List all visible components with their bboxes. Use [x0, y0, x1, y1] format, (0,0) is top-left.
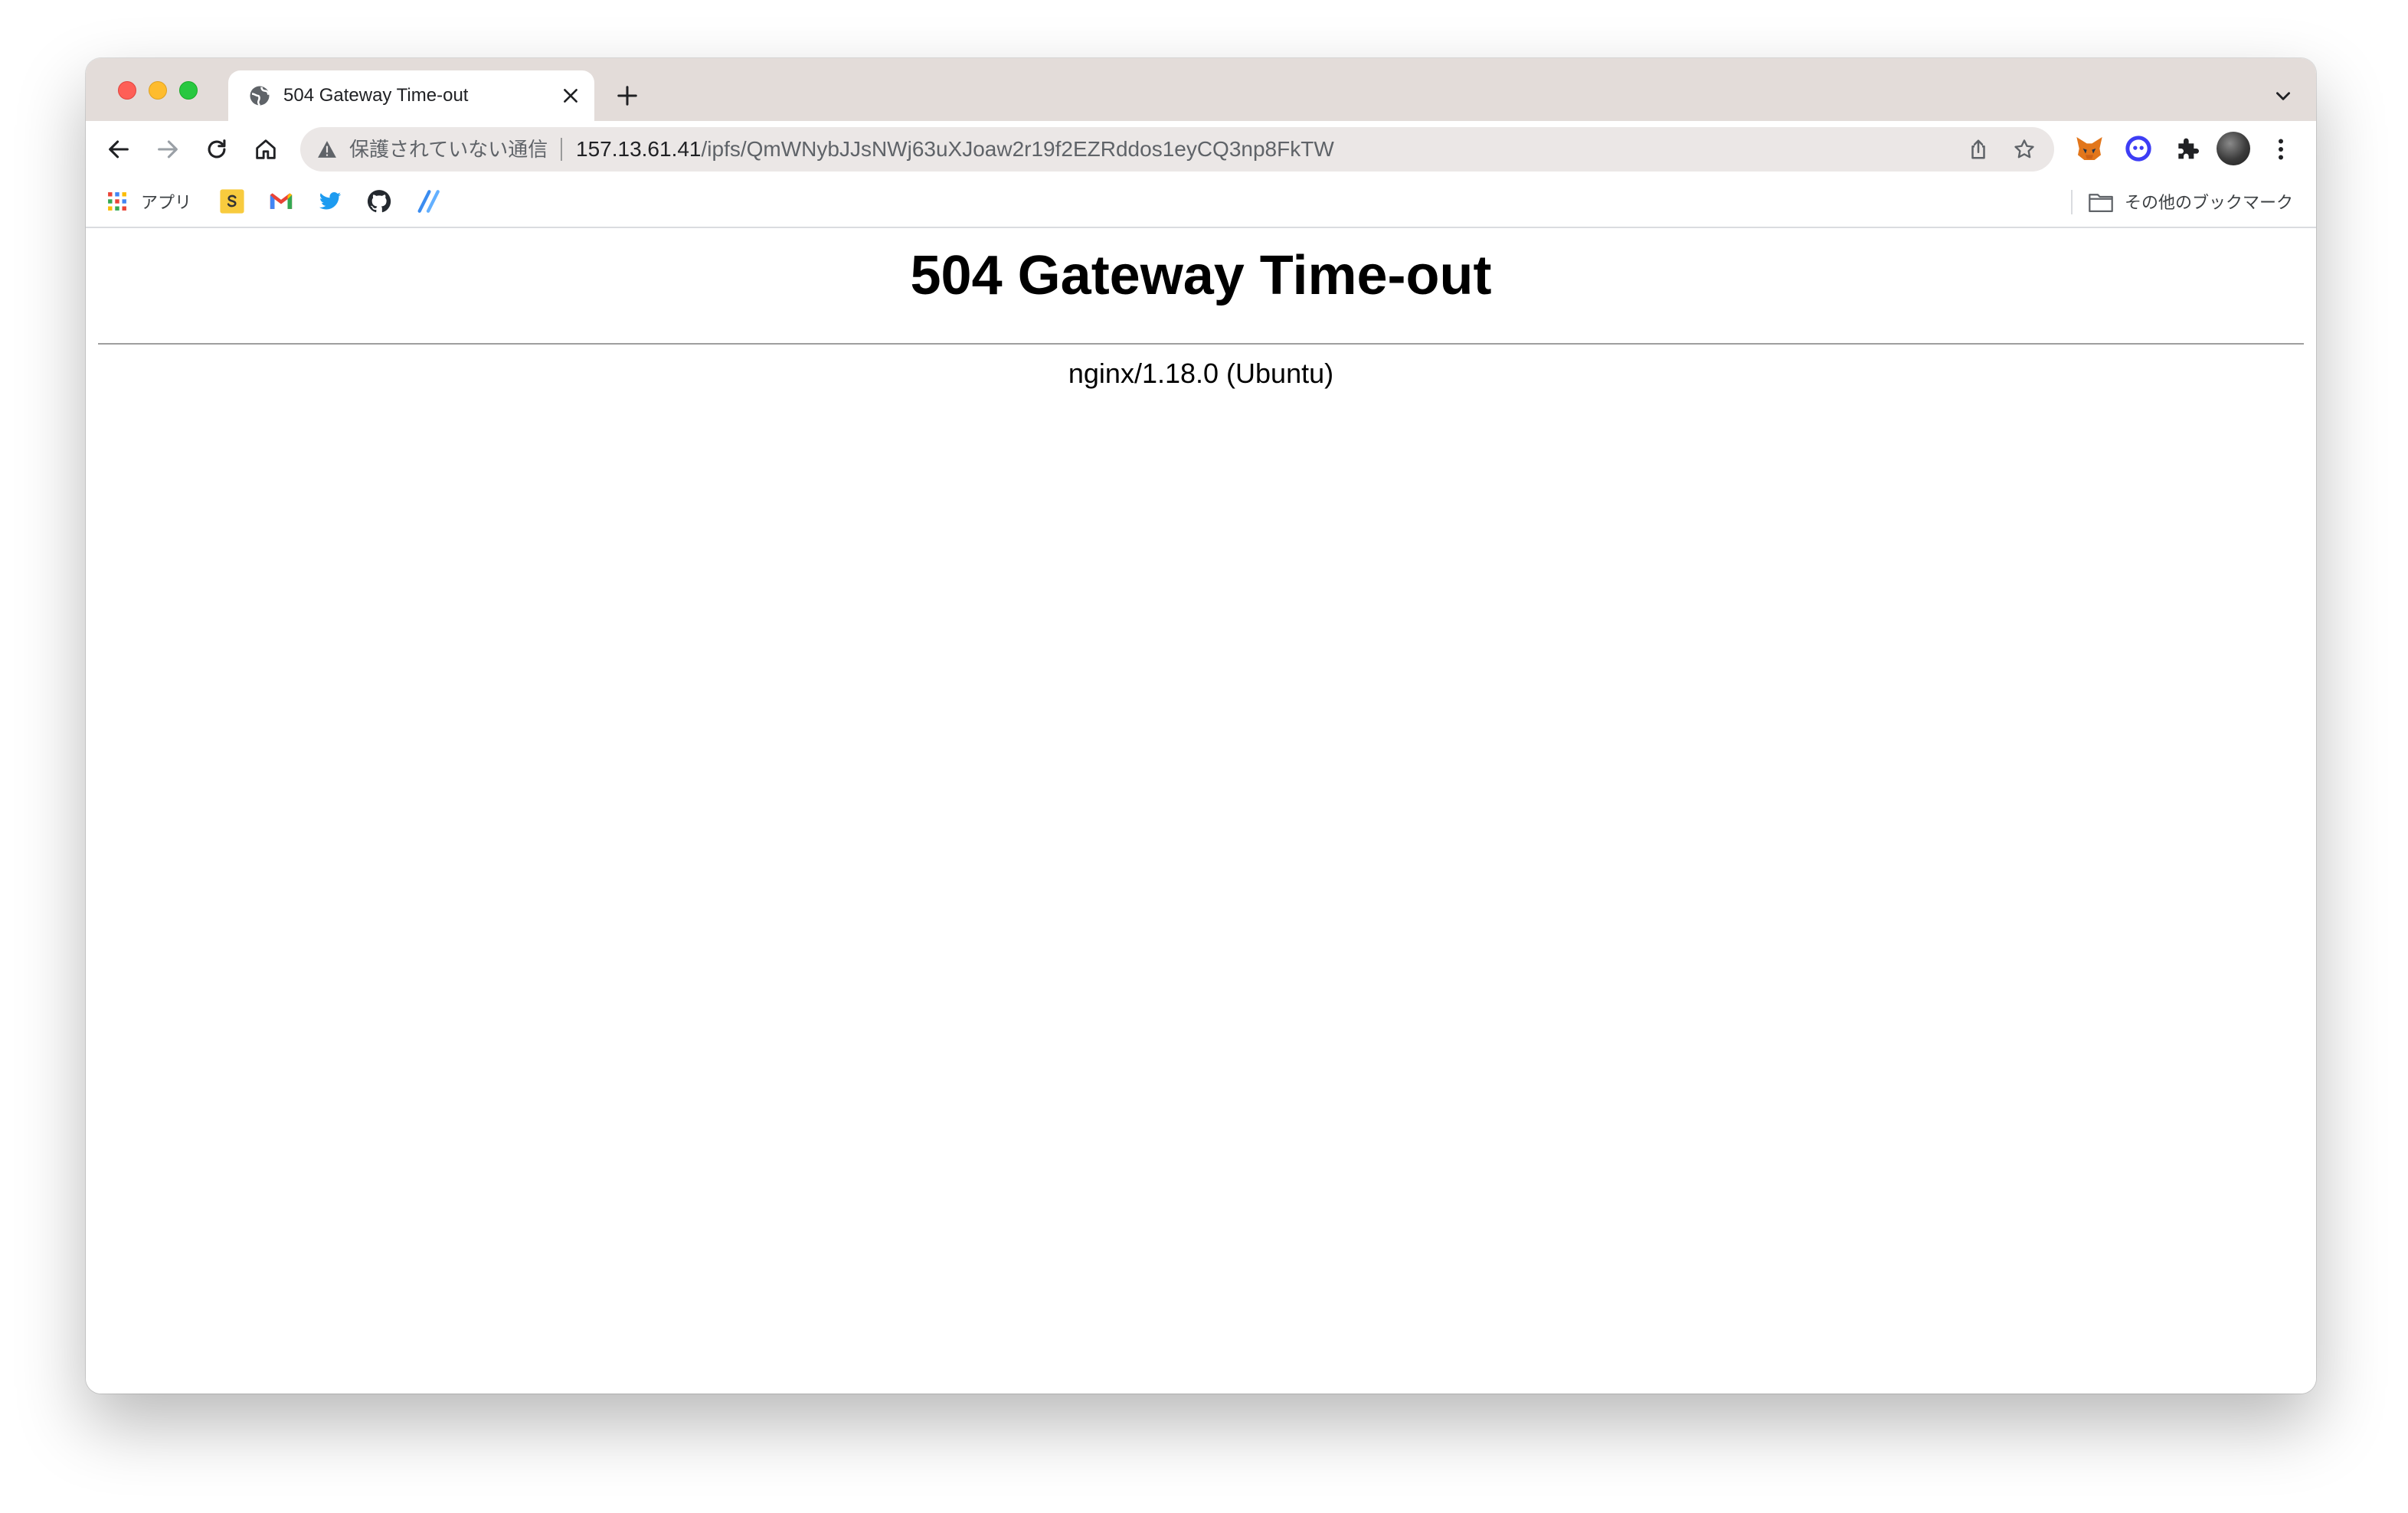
server-signature: nginx/1.18.0 (Ubuntu) [1068, 358, 1334, 389]
browser-window: 504 Gateway Time-out 保護されていない通信 157.13.6… [86, 58, 2316, 1394]
close-icon[interactable] [561, 86, 581, 106]
bookmark-apps-label: アプリ [141, 193, 192, 212]
other-bookmarks-label: その他のブックマーク [2125, 193, 2294, 212]
window-minimize-button[interactable] [149, 81, 167, 100]
active-tab[interactable]: 504 Gateway Time-out [228, 70, 594, 121]
scrapbox-s-icon[interactable] [219, 188, 245, 214]
extension-face-icon[interactable] [2123, 133, 2154, 164]
toolbar: 保護されていない通信 157.13.61.41/ipfs/QmWNybJJsNW… [86, 121, 2316, 178]
share-icon[interactable] [1967, 138, 1990, 161]
profile-avatar[interactable] [2217, 132, 2250, 165]
metamask-fox-icon[interactable] [2074, 133, 2105, 164]
twitter-bird-icon[interactable] [317, 188, 343, 214]
globe-icon [250, 86, 270, 106]
slash-app-icon[interactable] [415, 188, 441, 214]
github-icon[interactable] [366, 188, 392, 214]
url-text[interactable]: 157.13.61.41/ipfs/QmWNybJJsNWj63uXJoaw2r… [576, 138, 1334, 161]
warning-icon[interactable] [317, 140, 337, 158]
puzzle-extensions-icon[interactable] [2172, 133, 2203, 164]
other-bookmarks-folder[interactable]: その他のブックマーク [2088, 188, 2304, 214]
window-maximize-button[interactable] [179, 81, 198, 100]
bookmarks-separator [2071, 190, 2073, 214]
tab-title: 504 Gateway Time-out [283, 85, 469, 106]
more-menu-icon[interactable] [2267, 135, 2295, 164]
forward-arrow-icon[interactable] [155, 136, 181, 162]
url-path: /ipfs/QmWNybJJsNWj63uXJoaw2r19f2EZRddos1… [701, 137, 1334, 161]
bookmarks-bar: アプリ その他のブックマーク [86, 178, 2316, 228]
new-tab-plus-icon[interactable] [616, 84, 639, 107]
home-icon[interactable] [253, 136, 279, 162]
folder-icon [2089, 194, 2113, 213]
reload-icon[interactable] [204, 136, 230, 162]
url-host: 157.13.61.41 [576, 137, 702, 161]
security-status-label[interactable]: 保護されていない通信 [349, 138, 548, 161]
apps-grid-icon [108, 192, 126, 211]
tab-strip: 504 Gateway Time-out [86, 58, 2316, 121]
page-title: 504 Gateway Time-out [910, 245, 1492, 306]
bookmark-star-icon[interactable] [2013, 138, 2036, 161]
address-bar[interactable]: 保護されていない通信 157.13.61.41/ipfs/QmWNybJJsNW… [300, 127, 2054, 172]
bookmark-apps[interactable]: アプリ [107, 188, 199, 214]
window-close-button[interactable] [118, 81, 136, 100]
page-content: 504 Gateway Time-out nginx/1.18.0 (Ubunt… [86, 228, 2316, 1394]
horizontal-rule [98, 343, 2304, 345]
address-separator [561, 138, 562, 161]
gmail-icon[interactable] [268, 188, 294, 214]
back-arrow-icon[interactable] [106, 136, 132, 162]
chevron-down-icon[interactable] [2273, 86, 2293, 106]
